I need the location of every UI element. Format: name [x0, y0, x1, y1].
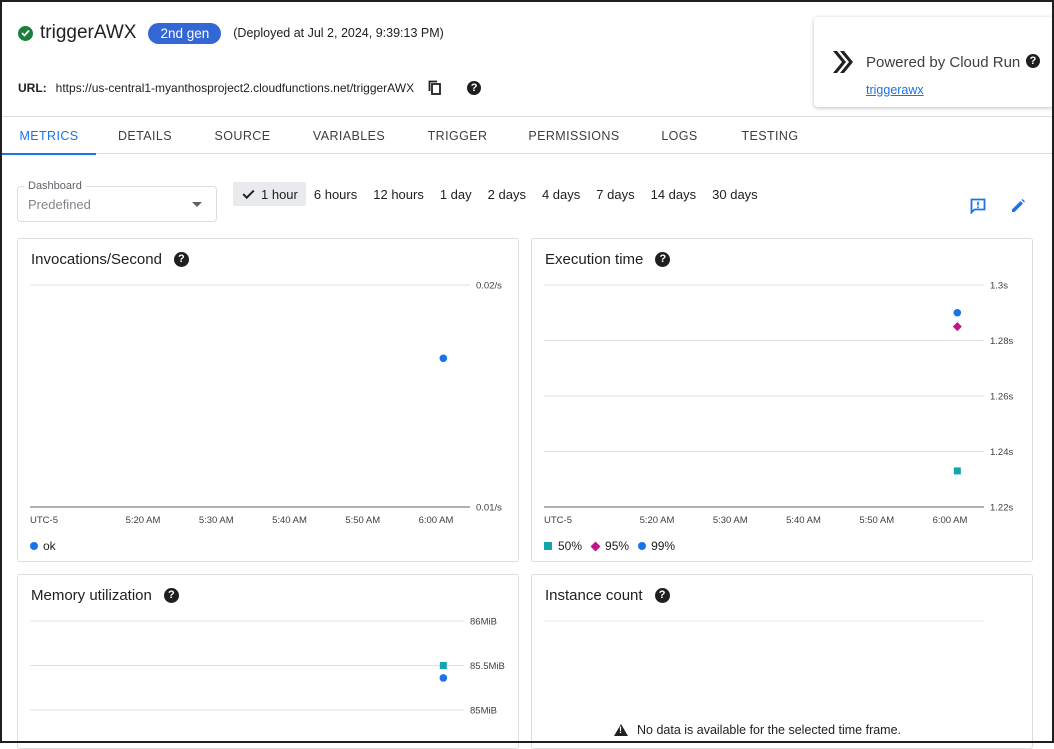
x-tick-label: 5:20 AM	[126, 515, 161, 526]
range-12-hours[interactable]: 12 hours	[365, 182, 432, 206]
x-tick-label: 5:40 AM	[786, 515, 821, 526]
y-tick-label: 1.24s	[990, 447, 1013, 458]
x-tick-label: 6:00 AM	[419, 515, 454, 526]
tab-variables[interactable]: VARIABLES	[291, 117, 407, 154]
y-tick-label: 85.5MiB	[470, 661, 505, 672]
x-tick-label: 5:30 AM	[199, 515, 234, 526]
y-tick-label: 1.3s	[990, 281, 1008, 292]
y-tick-label: 1.26s	[990, 392, 1013, 403]
check-icon	[242, 186, 255, 199]
tab-details[interactable]: DETAILS	[96, 117, 194, 154]
y-tick-label: 86MiB	[470, 617, 497, 628]
deployed-timestamp: (Deployed at Jul 2, 2024, 9:39:13 PM)	[233, 26, 444, 40]
x-tick-label: UTC-5	[544, 515, 572, 526]
feedback-icon[interactable]	[970, 198, 986, 215]
data-point	[953, 467, 961, 475]
no-data-text: No data is available for the selected ti…	[637, 723, 902, 737]
range-4-days[interactable]: 4 days	[534, 182, 588, 206]
x-tick-label: UTC-5	[30, 515, 58, 526]
warning-icon	[614, 724, 628, 736]
range-6-hours[interactable]: 6 hours	[306, 182, 365, 206]
y-tick-label: 1.22s	[990, 503, 1013, 514]
function-name: triggerAWX	[40, 22, 137, 43]
time-range-selector: 1 hour 6 hours 12 hours 1 day 2 days 4 d…	[233, 182, 766, 206]
chart-legend: ok	[30, 539, 65, 553]
legend-marker	[30, 542, 38, 550]
no-data-message: No data is available for the selected ti…	[614, 723, 901, 737]
tab-logs[interactable]: LOGS	[640, 117, 719, 154]
dashboard-value: Predefined	[28, 197, 91, 212]
url-label: URL:	[18, 81, 47, 95]
cloud-run-help-icon[interactable]: ?	[1026, 54, 1040, 68]
gen-badge: 2nd gen	[148, 22, 222, 44]
x-tick-label: 5:40 AM	[272, 515, 307, 526]
x-tick-label: 5:20 AM	[640, 515, 675, 526]
edit-icon[interactable]	[1010, 198, 1026, 214]
dashboard-label: Dashboard	[24, 180, 86, 192]
cloud-run-card: Powered by Cloud Run ? triggerawx	[814, 17, 1054, 107]
range-14-days[interactable]: 14 days	[643, 182, 705, 206]
legend-p95: 95%	[605, 539, 630, 553]
x-tick-label: 6:00 AM	[933, 515, 968, 526]
x-tick-label: 5:50 AM	[859, 515, 894, 526]
legend-p99: 99%	[651, 539, 676, 553]
range-1-hour[interactable]: 1 hour	[233, 182, 306, 206]
tab-metrics[interactable]: METRICS	[2, 117, 96, 155]
chart-card-memory: Memory utilization? 86MiB 85.5MiB 85MiB	[17, 574, 519, 749]
x-tick-label: 5:30 AM	[713, 515, 748, 526]
tab-source[interactable]: SOURCE	[194, 117, 291, 154]
range-7-days[interactable]: 7 days	[588, 182, 642, 206]
cloud-run-title: Powered by Cloud Run	[866, 54, 1021, 71]
chart-card-invocations: Invocations/Second? 0.02/s 0.01/s UTC-5 5:2…	[17, 238, 519, 562]
tab-permissions[interactable]: PERMISSIONS	[508, 117, 640, 154]
tab-trigger[interactable]: TRIGGER	[407, 117, 508, 154]
y-tick-label: 85MiB	[470, 706, 497, 717]
range-1-day[interactable]: 1 day	[432, 182, 480, 206]
legend-marker	[590, 541, 601, 551]
x-tick-label: 5:50 AM	[345, 515, 380, 526]
legend-marker	[638, 542, 647, 550]
memory-chart: 86MiB 85.5MiB 85MiB	[30, 617, 505, 717]
range-2-days[interactable]: 2 days	[480, 182, 534, 206]
data-point	[952, 322, 962, 332]
chart-card-instance-count: Instance count? No data is available for…	[531, 574, 1033, 749]
function-url[interactable]: https://us-central1-myanthosproject2.clo…	[56, 81, 414, 95]
dashboard-select[interactable]: Dashboard Predefined	[17, 180, 217, 222]
y-tick-label: 0.01/s	[476, 503, 502, 514]
legend-ok: ok	[43, 539, 56, 553]
tab-testing[interactable]: TESTING	[719, 117, 821, 154]
data-point	[953, 308, 962, 317]
data-point	[439, 674, 448, 682]
legend-p50: 50%	[558, 539, 583, 553]
y-tick-label: 1.28s	[990, 336, 1013, 347]
range-label: 1 hour	[261, 186, 298, 202]
invocations-chart: 0.02/s 0.01/s UTC-5 5:20 AM 5:30 AM 5:40 AM 5:…	[30, 281, 502, 526]
check-circle-icon	[18, 25, 33, 41]
execution-time-chart: 1.3s 1.28s 1.26s 1.24s 1.22s UTC-5 5:20 AM 5:30…	[544, 281, 1013, 526]
cloud-run-service-link[interactable]: triggerawx	[866, 83, 924, 97]
range-30-days[interactable]: 30 days	[704, 182, 766, 206]
url-help-icon[interactable]: ?	[467, 81, 482, 95]
y-tick-label: 0.02/s	[476, 281, 502, 292]
copy-icon[interactable]	[428, 80, 442, 96]
data-point	[439, 662, 447, 669]
chart-legend: 50% 95% 99%	[544, 539, 684, 553]
chart-card-execution-time: Execution time? 1.3s 1.28s 1.26s 1.24s 1.22s…	[531, 238, 1033, 562]
tab-bar: METRICS DETAILS SOURCE VARIABLES TRIGGER…	[2, 116, 1052, 155]
data-point	[439, 354, 448, 363]
function-header: triggerAWX 2nd gen (Deployed at Jul 2, 2…	[18, 22, 444, 44]
chevron-down-icon	[192, 202, 202, 207]
legend-marker	[544, 542, 552, 550]
cloud-run-icon	[831, 50, 855, 79]
url-row: URL: https://us-central1-myanthosproject…	[18, 80, 482, 96]
